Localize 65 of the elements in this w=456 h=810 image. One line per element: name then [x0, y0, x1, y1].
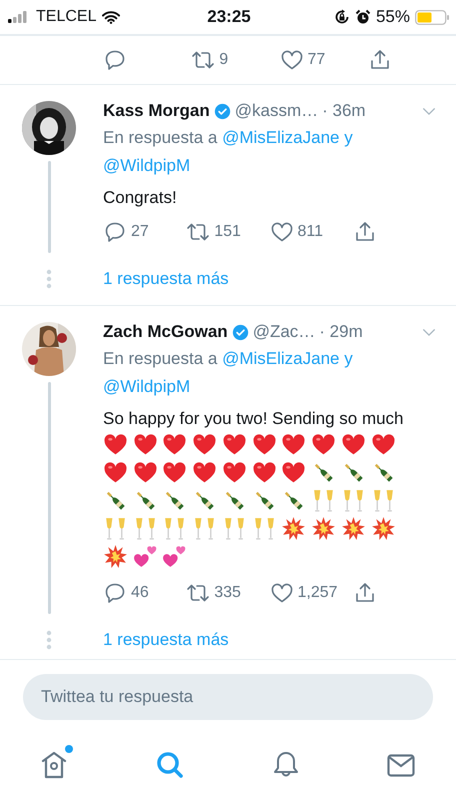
collision-emoji-icon — [281, 516, 306, 541]
heart-emoji-icon — [340, 432, 366, 457]
tweet-text: Congrats! — [103, 188, 177, 207]
heart-emoji-icon — [132, 432, 158, 457]
wifi-icon — [102, 10, 120, 24]
heart-outline-icon[interactable] — [280, 48, 304, 72]
heart-outline-icon[interactable] — [270, 220, 294, 244]
action-count: 27 — [131, 223, 149, 241]
tweet-time: · 36m — [322, 101, 366, 121]
heart-emoji-icon — [281, 432, 306, 457]
more-replies-link[interactable]: 1 respuesta más — [103, 269, 456, 289]
reply-field[interactable]: Twittea tu respuesta — [23, 674, 433, 720]
reply-context: En respuesta a @MisElizaJane y @WildpipM — [103, 127, 354, 177]
reply-context: En respuesta a @MisElizaJane y @WildpipM — [103, 348, 354, 398]
action-count: 46 — [131, 584, 149, 602]
reply-icon[interactable] — [103, 581, 127, 605]
battery-icon — [414, 10, 450, 24]
battery-percent: 55% — [376, 7, 410, 27]
heart-emoji-icon — [162, 432, 188, 457]
mention-link[interactable]: @WildpipM — [103, 377, 190, 396]
more-replies-link[interactable]: 1 respuesta más — [103, 630, 456, 650]
collision-emoji-icon — [370, 516, 396, 541]
heart-emoji-icon — [311, 432, 336, 457]
rotation-lock-icon — [334, 9, 350, 25]
heart-emoji-icon — [192, 432, 218, 457]
author-handle: @kassm… — [234, 101, 318, 121]
mention-link[interactable]: @MisElizaJane — [222, 349, 340, 368]
action-count: 151 — [214, 223, 241, 241]
more-dots-icon — [46, 269, 52, 289]
heart-emoji-icon — [370, 432, 396, 457]
heart-emoji-icon — [281, 460, 306, 485]
collision-emoji-icon — [103, 544, 128, 569]
glasses-emoji-icon — [103, 516, 128, 541]
alarm-icon — [354, 9, 371, 25]
two-hearts-emoji-icon — [132, 544, 158, 569]
collision-emoji-icon — [340, 516, 366, 541]
collision-emoji-icon — [311, 516, 336, 541]
carrier-name: TELCEL — [36, 8, 96, 26]
heart-emoji-icon — [222, 460, 247, 485]
action-count: 77 — [308, 51, 326, 69]
heart-emoji-icon — [222, 432, 247, 457]
heart-emoji-icon — [192, 460, 218, 485]
heart-emoji-icon — [132, 460, 158, 485]
status-time: 23:25 — [207, 7, 251, 27]
action-count: 1,257 — [298, 584, 338, 602]
mention-link[interactable]: @WildpipM — [103, 156, 190, 175]
action-count: 335 — [214, 584, 241, 602]
two-hearts-emoji-icon — [162, 544, 188, 569]
reply-icon[interactable] — [103, 48, 127, 72]
heart-emoji-icon — [252, 460, 277, 485]
more-dots-icon — [46, 630, 52, 650]
author-name[interactable]: Kass Morgan — [103, 101, 210, 121]
reply-icon[interactable] — [103, 220, 127, 244]
action-count: 9 — [219, 51, 228, 69]
heart-emoji-icon — [162, 460, 188, 485]
author-name[interactable]: Zach McGowan — [103, 322, 228, 342]
mention-link[interactable]: @MisElizaJane — [222, 128, 340, 147]
heart-outline-icon[interactable] — [270, 581, 294, 605]
tweet-time: · 29m — [319, 322, 363, 342]
heart-emoji-icon — [103, 460, 128, 485]
author-handle: @Zac… — [252, 322, 316, 342]
heart-emoji-icon — [103, 432, 128, 457]
action-count: 811 — [298, 223, 324, 241]
tweet-text: So happy for you two! Sending so much — [103, 409, 404, 428]
heart-emoji-icon — [252, 432, 277, 457]
